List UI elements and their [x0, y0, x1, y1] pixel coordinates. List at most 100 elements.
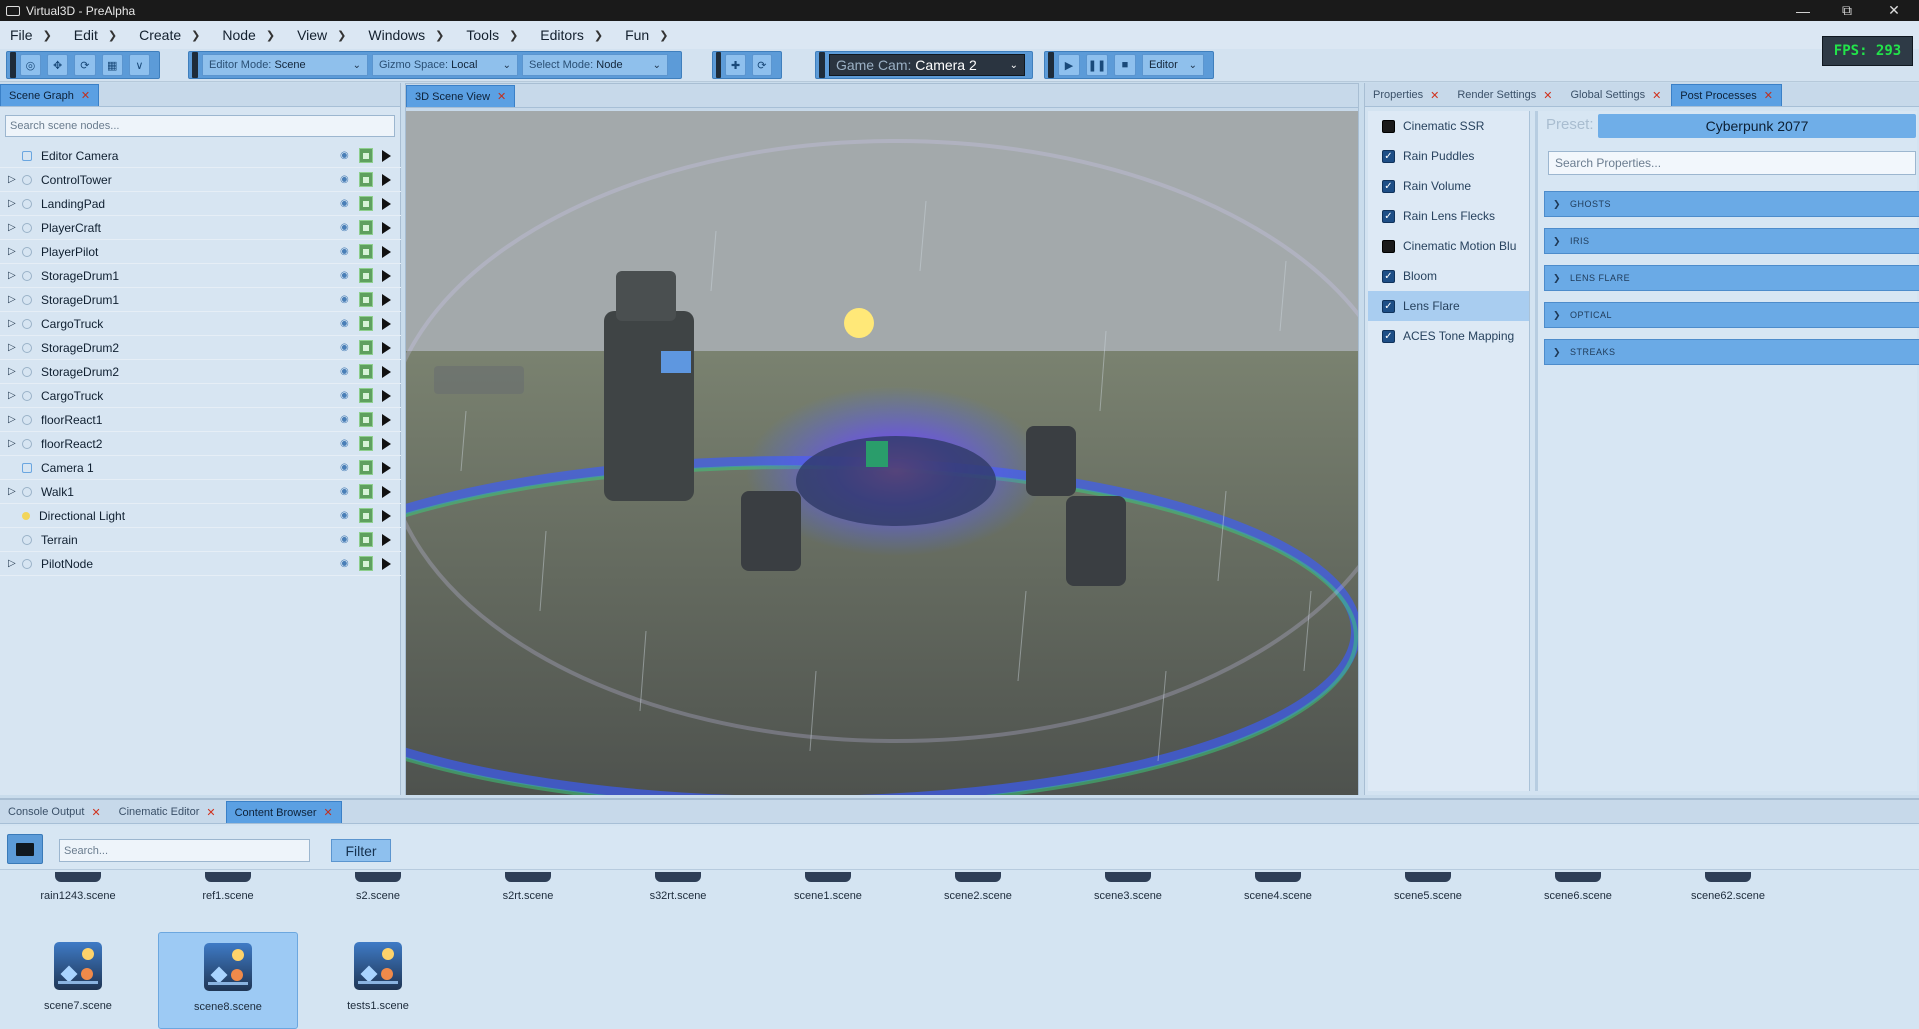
- file-tile[interactable]: scene2.scene: [908, 872, 1048, 902]
- scene-node-row[interactable]: Camera 1 ◉: [0, 456, 401, 480]
- play-node-icon[interactable]: [382, 150, 391, 162]
- scene-node-row[interactable]: ▷ floorReact2 ◉: [0, 432, 401, 456]
- filter-button[interactable]: Filter: [331, 839, 391, 862]
- file-tile[interactable]: scene4.scene: [1208, 872, 1348, 902]
- effect-item[interactable]: Cinematic Motion Blu: [1368, 231, 1529, 261]
- scene-node-row[interactable]: ▷ StorageDrum2 ◉: [0, 360, 401, 384]
- close-icon[interactable]: ✕: [1430, 89, 1439, 102]
- close-icon[interactable]: ✕: [324, 806, 333, 819]
- scene-node-row[interactable]: Editor Camera ◉: [0, 144, 401, 168]
- enabled-toggle[interactable]: [359, 436, 373, 451]
- property-section[interactable]: ❯ OPTICAL: [1544, 302, 1919, 328]
- toolbar-grip[interactable]: [1048, 52, 1054, 78]
- scene-node-row[interactable]: ▷ StorageDrum2 ◉: [0, 336, 401, 360]
- expand-arrow-icon[interactable]: ▷: [8, 414, 18, 425]
- scale-tool-icon[interactable]: ▦: [101, 54, 123, 76]
- file-tile[interactable]: ref1.scene: [158, 872, 298, 902]
- content-search-input[interactable]: Search...: [59, 839, 310, 862]
- gizmo-space-select[interactable]: Gizmo Space: Local ⌄: [372, 54, 518, 76]
- visibility-eye-icon[interactable]: ◉: [340, 342, 352, 354]
- enabled-toggle[interactable]: [359, 292, 373, 307]
- file-tile[interactable]: s32rt.scene: [608, 872, 748, 902]
- expand-arrow-icon[interactable]: ▷: [8, 390, 18, 401]
- toolbar-grip[interactable]: [819, 52, 825, 78]
- effect-checkbox[interactable]: [1382, 119, 1395, 133]
- scene-node-row[interactable]: ▷ PlayerCraft ◉: [0, 216, 401, 240]
- effect-item[interactable]: ✓ Bloom: [1368, 261, 1529, 291]
- property-section[interactable]: ❯ GHOSTS: [1544, 191, 1919, 217]
- effect-checkbox[interactable]: ✓: [1382, 179, 1395, 193]
- effect-item[interactable]: ✓ Rain Volume: [1368, 171, 1529, 201]
- expand-arrow-icon[interactable]: ▷: [8, 294, 18, 305]
- enabled-toggle[interactable]: [359, 196, 373, 211]
- menu-edit[interactable]: Edit ❯: [74, 27, 117, 43]
- visibility-eye-icon[interactable]: ◉: [340, 486, 352, 498]
- editor-mode-select[interactable]: Editor Mode: Scene ⌄: [202, 54, 368, 76]
- property-section[interactable]: ❯ IRIS: [1544, 228, 1919, 254]
- close-icon[interactable]: ✕: [497, 90, 506, 103]
- visibility-eye-icon[interactable]: ◉: [340, 534, 352, 546]
- tab-post-processes[interactable]: Post Processes ✕: [1671, 84, 1782, 106]
- enabled-toggle[interactable]: [359, 244, 373, 259]
- pause-icon[interactable]: ❚❚: [1086, 54, 1108, 76]
- tab-global-settings[interactable]: Global Settings ✕: [1562, 84, 1669, 106]
- menu-view[interactable]: View ❯: [297, 27, 346, 43]
- snap-tool-icon[interactable]: ∨: [128, 54, 151, 76]
- enabled-toggle[interactable]: [359, 484, 373, 499]
- scene-node-row[interactable]: Terrain ◉: [0, 528, 401, 552]
- file-tile[interactable]: scene6.scene: [1508, 872, 1648, 902]
- play-node-icon[interactable]: [382, 390, 391, 402]
- game-cam-select[interactable]: Game Cam: Camera 2 ⌄: [828, 54, 1025, 76]
- visibility-eye-icon[interactable]: ◉: [340, 510, 352, 522]
- minimize-icon[interactable]: —: [1781, 0, 1825, 21]
- move-tool-icon[interactable]: ✥: [47, 54, 69, 76]
- play-node-icon[interactable]: [382, 558, 391, 570]
- effect-checkbox[interactable]: ✓: [1382, 209, 1395, 223]
- visibility-eye-icon[interactable]: ◉: [340, 150, 352, 162]
- enabled-toggle[interactable]: [359, 148, 373, 163]
- menu-fun[interactable]: Fun ❯: [625, 27, 668, 43]
- toolbar-grip[interactable]: [192, 52, 198, 78]
- file-tile[interactable]: scene7.scene: [8, 932, 148, 1029]
- expand-arrow-icon[interactable]: ▷: [8, 486, 18, 497]
- file-tile[interactable]: scene8.scene: [158, 932, 298, 1029]
- scene-render[interactable]: [406, 111, 1358, 795]
- enabled-toggle[interactable]: [359, 316, 373, 331]
- close-icon[interactable]: ✕: [1764, 89, 1773, 102]
- scene-node-row[interactable]: ▷ LandingPad ◉: [0, 192, 401, 216]
- close-icon[interactable]: ✕: [1652, 89, 1661, 102]
- scene-node-row[interactable]: ▷ floorReact1 ◉: [0, 408, 401, 432]
- menu-tools[interactable]: Tools ❯: [466, 27, 518, 43]
- expand-arrow-icon[interactable]: ▷: [8, 558, 18, 569]
- enabled-toggle[interactable]: [359, 508, 373, 523]
- play-node-icon[interactable]: [382, 510, 391, 522]
- enabled-toggle[interactable]: [359, 460, 373, 475]
- refresh-icon[interactable]: ⟳: [751, 54, 773, 76]
- play-node-icon[interactable]: [382, 342, 391, 354]
- scene-node-row[interactable]: ▷ Walk1 ◉: [0, 480, 401, 504]
- visibility-eye-icon[interactable]: ◉: [340, 318, 352, 330]
- tab-render-settings[interactable]: Render Settings ✕: [1449, 84, 1560, 106]
- play-icon[interactable]: ▶: [1058, 54, 1080, 76]
- scene-search-input[interactable]: Search scene nodes...: [5, 115, 395, 137]
- file-tile[interactable]: scene3.scene: [1058, 872, 1198, 902]
- tab-3d-scene-view[interactable]: 3D Scene View ✕: [406, 85, 516, 107]
- visibility-eye-icon[interactable]: ◉: [340, 558, 352, 570]
- expand-arrow-icon[interactable]: ▷: [8, 366, 18, 377]
- play-node-icon[interactable]: [382, 438, 391, 450]
- effect-checkbox[interactable]: [1382, 239, 1395, 253]
- rotate-tool-icon[interactable]: ⟳: [74, 54, 96, 76]
- camera-gizmo-icon[interactable]: [661, 351, 691, 373]
- expand-arrow-icon[interactable]: ▷: [8, 198, 18, 209]
- property-section[interactable]: ❯ STREAKS: [1544, 339, 1919, 365]
- properties-search-input[interactable]: Search Properties...: [1548, 151, 1916, 175]
- restore-icon[interactable]: ⧉: [1825, 0, 1869, 21]
- play-node-icon[interactable]: [382, 414, 391, 426]
- visibility-eye-icon[interactable]: ◉: [340, 366, 352, 378]
- tab-scene-graph[interactable]: Scene Graph ✕: [0, 84, 100, 106]
- effect-checkbox[interactable]: ✓: [1382, 269, 1395, 283]
- enabled-toggle[interactable]: [359, 364, 373, 379]
- enabled-toggle[interactable]: [359, 556, 373, 571]
- effect-item[interactable]: ✓ Rain Puddles: [1368, 141, 1529, 171]
- menu-editors[interactable]: Editors ❯: [540, 27, 603, 43]
